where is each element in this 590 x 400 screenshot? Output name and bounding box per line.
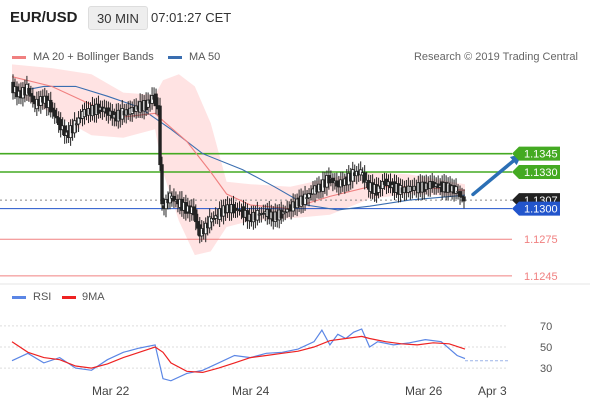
level-tag-text: 1.1245 [524,271,558,283]
x-tick-label: Apr 3 [478,384,507,398]
level-tag-text: 1.1300 [524,204,558,216]
ma9-swatch [62,296,76,299]
rsi-tick-label: 70 [540,321,552,333]
candle-body [154,93,158,107]
ma20-swatch [12,56,26,59]
bollinger-band-area [12,64,465,256]
research-credit: Research © 2019 Trading Central [413,51,578,63]
candle-body [53,109,57,117]
ma50-legend-label: MA 50 [189,51,221,63]
rsi-swatch [12,296,26,299]
ma50-swatch [168,56,182,59]
candle-body [462,196,466,202]
candle-body [158,105,162,166]
level-tag-text: 1.1330 [524,167,558,179]
rsi-legend: RSI 9MA [0,290,590,306]
candle-body [458,191,462,197]
candle-body [27,88,31,94]
rsi-series-line [11,335,466,374]
candle-body [303,193,307,205]
ma9-legend-label: 9MA [82,291,105,303]
ma20-legend-label: MA 20 + Bollinger Bands [33,51,154,63]
rsi-legend-label: RSI [33,291,52,303]
rsi-tick-label: 30 [540,363,552,375]
level-tag-text: 1.1275 [524,234,558,246]
main-legend: MA 20 + Bollinger Bands MA 50 Research ©… [0,50,590,66]
x-tick-label: Mar 26 [405,384,443,398]
candle-body [72,120,77,134]
candle-body [160,164,164,205]
rsi-tick-label: 50 [540,342,552,354]
candle-body [31,95,35,103]
candle-body [194,209,198,223]
x-tick-label: Mar 24 [232,384,270,398]
level-tag-text: 1.1345 [524,149,558,161]
x-tick-label: Mar 22 [92,384,130,398]
rsi-series-line [11,328,466,382]
